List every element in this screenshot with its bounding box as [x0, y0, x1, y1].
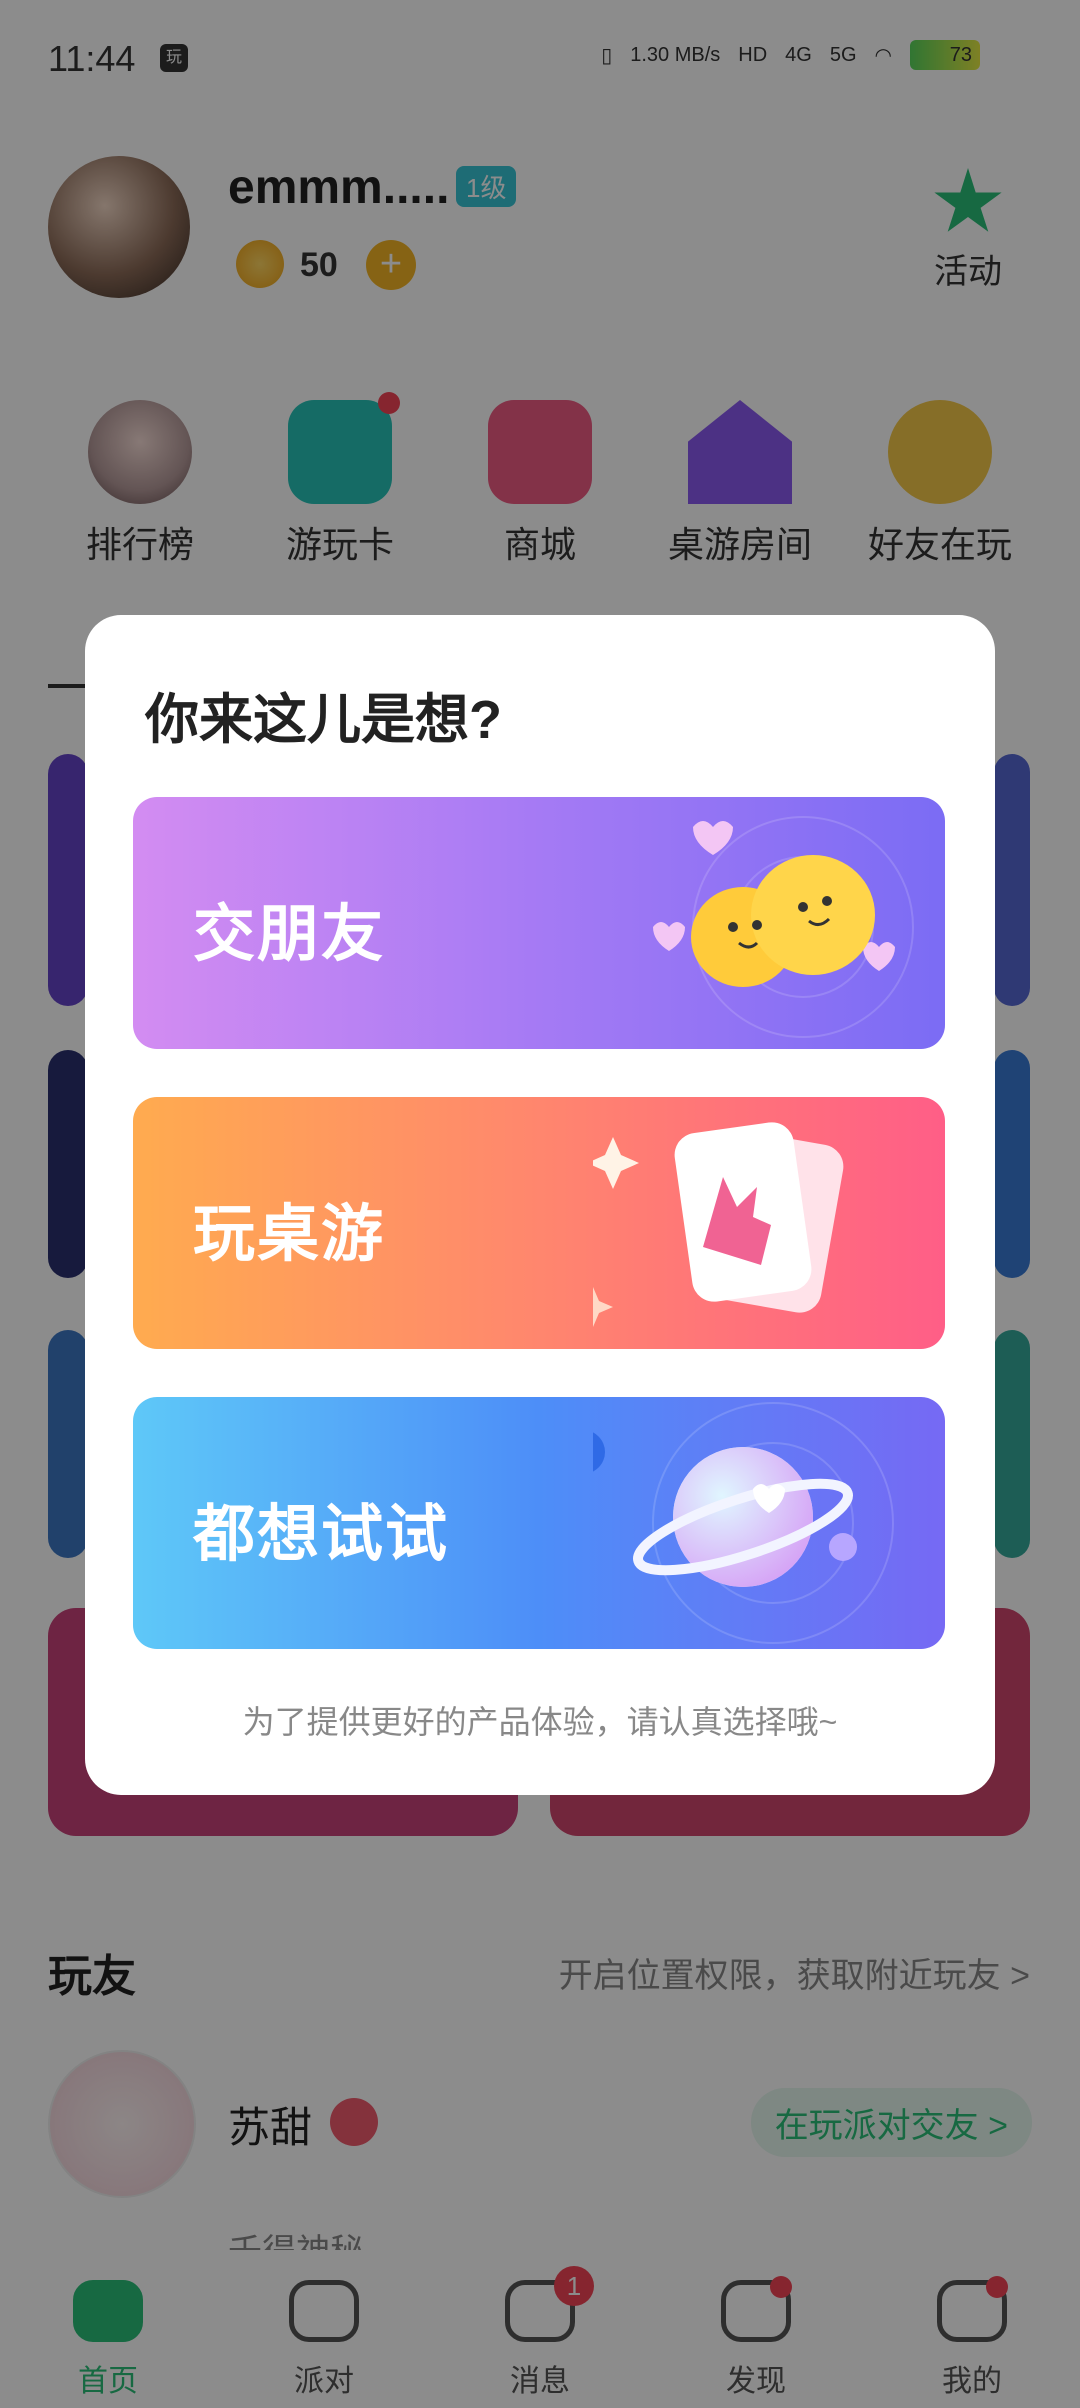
choice-try-both[interactable]: 都想试试 — [133, 1397, 945, 1649]
wolf-card-illustration — [593, 1122, 844, 1327]
choice-make-friends[interactable]: 交朋友 — [133, 797, 945, 1049]
choice-board-games[interactable]: 玩桌游 — [133, 1097, 945, 1349]
planet-illustration — [593, 1402, 894, 1644]
modal-title: 你来这儿是想? — [145, 690, 502, 750]
choice-label: 都想试试 — [193, 1500, 450, 1569]
choice-label: 交朋友 — [193, 900, 386, 969]
intent-modal: 你来这儿是想? 交朋友 玩桌游 都想试试 为了提供更好的产品体验，请认真选择哦~ — [85, 615, 995, 1795]
choice-label: 玩桌游 — [193, 1200, 386, 1269]
ghosts-illustration — [653, 816, 914, 1038]
modal-hint: 为了提供更好的产品体验，请认真选择哦~ — [242, 1704, 838, 1740]
